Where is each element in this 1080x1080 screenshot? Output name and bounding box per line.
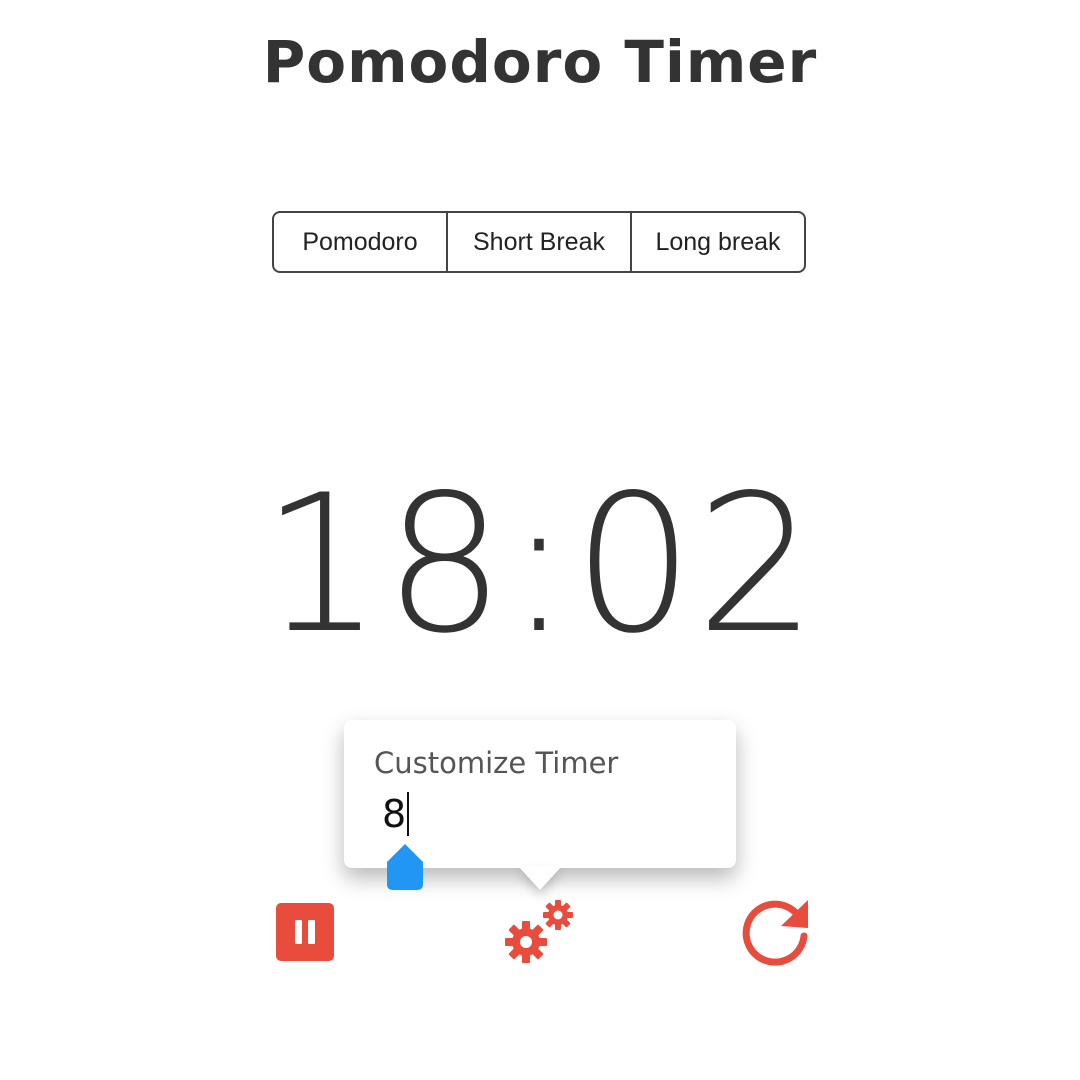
- customize-timer-value: 8: [382, 792, 407, 836]
- timer-display: 18:02: [261, 454, 819, 675]
- customize-timer-label: Customize Timer: [374, 746, 619, 780]
- text-caret: [407, 791, 410, 836]
- tab-short-break[interactable]: Short Break: [446, 213, 630, 271]
- settings-button[interactable]: [502, 898, 578, 966]
- pause-icon: [276, 903, 334, 961]
- tab-long-break[interactable]: Long break: [630, 213, 804, 271]
- gears-icon: [505, 900, 573, 963]
- reset-button[interactable]: [740, 898, 812, 968]
- pause-button[interactable]: [276, 903, 334, 961]
- page-title: Pomodoro Timer: [262, 28, 818, 96]
- tab-pomodoro[interactable]: Pomodoro: [274, 213, 446, 271]
- text-selection-handle[interactable]: [387, 844, 423, 890]
- mode-tabs: Pomodoro Short Break Long break: [272, 211, 806, 273]
- customize-timer-input[interactable]: 8: [382, 788, 682, 840]
- reset-icon: [742, 900, 808, 966]
- popup-pointer: [518, 866, 562, 890]
